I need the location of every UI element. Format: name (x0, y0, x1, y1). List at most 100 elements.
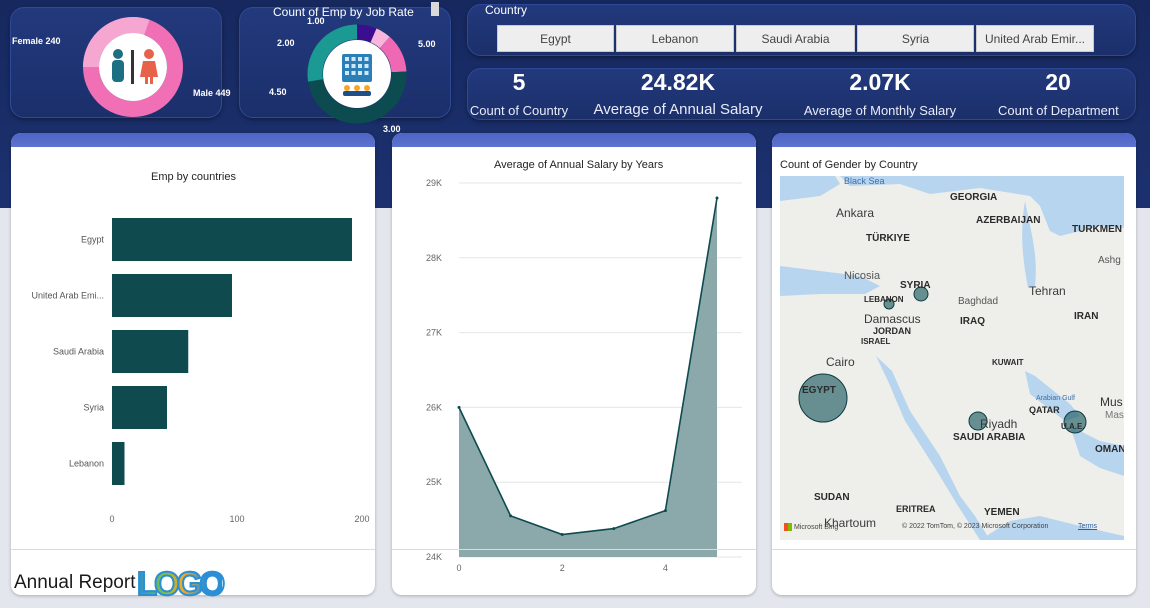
x-tick-label: 0 (456, 563, 461, 573)
map-label: Tehran (1029, 284, 1066, 298)
data-point[interactable] (457, 405, 461, 409)
egypt-bubble[interactable] (798, 373, 848, 423)
map-label: JORDAN (873, 326, 912, 336)
terms-link[interactable]: Terms (1078, 523, 1097, 530)
data-point[interactable] (612, 527, 616, 531)
map-label: GEORGIA (950, 192, 998, 203)
copyright-text: © 2022 TomTom, © 2023 Microsoft Corporat… (902, 523, 1049, 530)
map-label: KUWAIT (992, 358, 1024, 367)
gender-by-country-title: Count of Gender by Country (780, 159, 918, 171)
x-tick-label: 0 (109, 514, 114, 524)
map-label: IRAQ (960, 316, 985, 327)
emp-by-countries-chart[interactable]: Egypt United Arab Emi... Saudi Arabia Syria… (11, 193, 375, 593)
slicer-option-lebanon[interactable]: Lebanon (616, 25, 734, 52)
map-label: Mas (1105, 410, 1124, 421)
panel-header-strip (772, 133, 1136, 147)
female-count-label: Female 240 (12, 36, 61, 46)
slicer-option-egypt[interactable]: Egypt (497, 25, 614, 52)
map-label: YEMEN (984, 507, 1020, 518)
bar-category-label: Syria (83, 403, 104, 413)
y-tick-label: 29K (426, 178, 442, 188)
data-point[interactable] (560, 533, 564, 537)
map-label: Riyadh (980, 417, 1018, 431)
x-tick-label: 2 (560, 563, 565, 573)
slicer-option-syria[interactable]: Syria (857, 25, 974, 52)
x-tick-label: 100 (229, 514, 244, 524)
bar-category-label: Egypt (81, 235, 105, 245)
gender-by-country-panel: Count of Gender by Country Black Sea GEO… (772, 133, 1136, 595)
map-label: Ashg (1098, 255, 1121, 266)
map-label: TURKMEN (1072, 224, 1122, 235)
bar[interactable] (112, 274, 232, 317)
map-label: IRAN (1074, 311, 1099, 322)
y-tick-label: 27K (426, 328, 442, 338)
map-canvas[interactable]: Black Sea GEORGIA Ankara AZERBAIJAN TURK… (780, 176, 1124, 540)
map-label: SAUDI ARABIA (953, 432, 1026, 443)
x-tick-label: 4 (663, 563, 668, 573)
map-label: Ankara (836, 206, 875, 220)
gender-card: Female 240 Male 449 (10, 7, 231, 118)
logo-text: LOGO (136, 564, 226, 603)
y-tick-label: 26K (426, 402, 442, 412)
map-label: EGYPT (802, 385, 836, 396)
bing-label: Microsoft Bing (793, 523, 839, 531)
salary-by-years-panel: Average of Annual Salary by Years 24K 25K… (392, 133, 756, 595)
salary-by-years-chart[interactable]: 24K 25K 26K 27K 28K 29K 0 2 4 (392, 173, 756, 593)
panel-header-strip (11, 133, 375, 147)
panel-bottom-divider (11, 549, 375, 550)
bar[interactable] (112, 386, 167, 429)
map-label: SUDAN (814, 492, 850, 503)
y-tick-label: 28K (426, 253, 442, 263)
data-point[interactable] (715, 196, 719, 200)
office-building-icon (342, 54, 372, 96)
map-label: AZERBAIJAN (976, 215, 1041, 226)
y-tick-label: 24K (426, 552, 442, 562)
map-label: ISRAEL (861, 337, 891, 346)
area-fill (459, 197, 717, 557)
emp-by-countries-panel: Emp by countries Egypt United Arab Emi...… (11, 133, 375, 595)
bar[interactable] (112, 442, 125, 485)
kpi-count-department-value: 20 (1045, 69, 1071, 95)
job-rate-label-3: 4.50 (269, 87, 287, 97)
focus-mode-icon[interactable] (431, 2, 439, 16)
kpi-count-country-label: Count of Country (469, 103, 569, 118)
map-label: SYRIA (900, 280, 931, 291)
map-label: U.A.E. (1061, 422, 1085, 431)
map-label: Mus (1100, 395, 1123, 409)
map-label: OMAN (1095, 444, 1124, 455)
map-label: QATAR (1029, 405, 1060, 415)
kpi-avg-annual-salary-label: Average of Annual Salary (593, 101, 763, 118)
job-rate-donut-chart[interactable] (305, 22, 409, 126)
panel-bottom-divider (772, 549, 1136, 550)
map-label: Arabian Gulf (1036, 395, 1075, 402)
data-point[interactable] (509, 514, 513, 518)
salary-by-years-title: Average of Annual Salary by Years (494, 159, 664, 171)
job-rate-title: Count of Emp by Job Rate (273, 5, 414, 19)
logo: LOGO (136, 564, 226, 603)
map-label: Baghdad (958, 296, 999, 307)
slicer-option-uae[interactable]: United Arab Emir... (976, 25, 1094, 52)
job-rate-label-2: 2.00 (277, 38, 295, 48)
x-tick-label: 200 (354, 514, 369, 524)
panel-bottom-divider (392, 549, 756, 550)
y-tick-label: 25K (426, 477, 442, 487)
job-rate-label-4: 5.00 (418, 39, 436, 49)
kpi-avg-annual-salary-value: 24.82K (640, 69, 716, 95)
data-point[interactable] (663, 509, 667, 513)
slicer-option-saudi-arabia[interactable]: Saudi Arabia (736, 25, 855, 52)
map-label: Nicosia (844, 270, 881, 282)
map-label: Black Sea (844, 176, 885, 186)
kpi-avg-monthly-salary-label: Average of Monthly Salary (803, 103, 957, 118)
report-title: Annual Report (14, 572, 136, 593)
emp-by-countries-title: Emp by countries (151, 171, 236, 183)
gender-donut-chart[interactable] (78, 12, 188, 122)
map-label: Cairo (826, 355, 855, 369)
bar-category-label: United Arab Emi... (31, 291, 104, 301)
panel-header-strip (392, 133, 756, 147)
bar[interactable] (112, 218, 352, 261)
bar[interactable] (112, 330, 189, 373)
kpi-avg-monthly-salary-value: 2.07K (849, 69, 911, 95)
map-label: ERITREA (896, 504, 936, 514)
country-slicer-card: Country Egypt Lebanon Saudi Arabia Syria… (467, 3, 1136, 56)
country-slicer-header: Country (485, 3, 528, 17)
